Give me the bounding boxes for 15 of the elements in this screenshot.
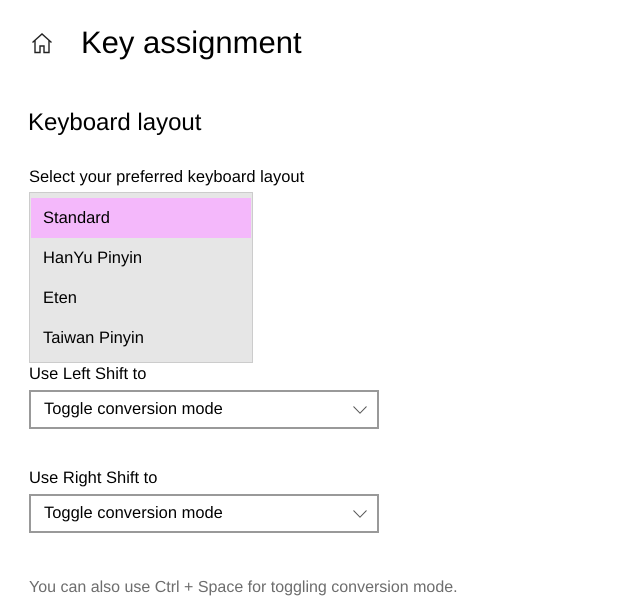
hint-text: You can also use Ctrl + Space for toggling conversion mode. [29,578,459,598]
page-title: Key assignment [81,24,302,62]
field-label: Select your preferred keyboard layout [29,167,306,188]
section-heading: Keyboard layout [28,108,202,138]
chevron-down-icon [353,510,367,518]
chevron-down-icon [353,406,367,414]
dropdown-option[interactable]: Standard [31,198,251,238]
dropdown-field[interactable]: Toggle conversion mode [29,494,379,533]
home-icon[interactable] [31,32,53,54]
dropdown-option[interactable]: Eten [31,278,251,318]
field-label: Use Left Shift to [29,364,148,385]
dropdown-field[interactable]: Toggle conversion mode [29,390,379,429]
dropdown-option[interactable]: Taiwan Pinyin [31,318,251,358]
field-label: Use Right Shift to [29,468,158,489]
dropdown-option[interactable]: HanYu Pinyin [31,238,251,278]
